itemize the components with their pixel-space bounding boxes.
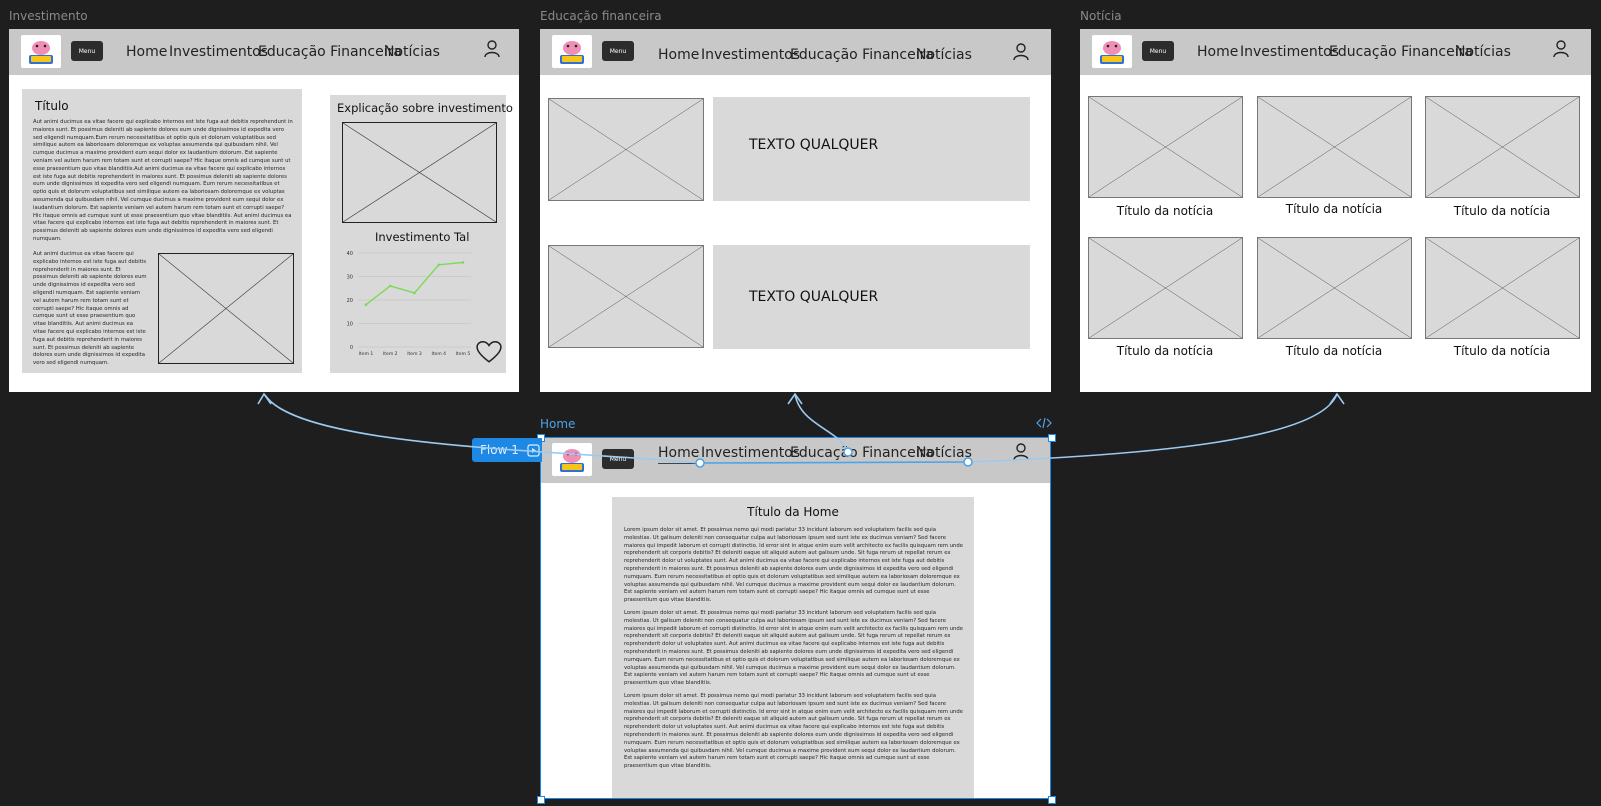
connector-baseline (699, 461, 969, 464)
connector-node-noticias[interactable] (963, 457, 973, 467)
connector-node-educacao[interactable] (843, 447, 853, 457)
connector-node-home[interactable] (695, 458, 705, 468)
connector-home-to-educacao[interactable] (794, 393, 849, 453)
connector-home-to-noticia[interactable] (967, 393, 1338, 463)
connector-home-to-investimento[interactable] (264, 394, 701, 464)
prototype-connectors (257, 392, 1345, 468)
